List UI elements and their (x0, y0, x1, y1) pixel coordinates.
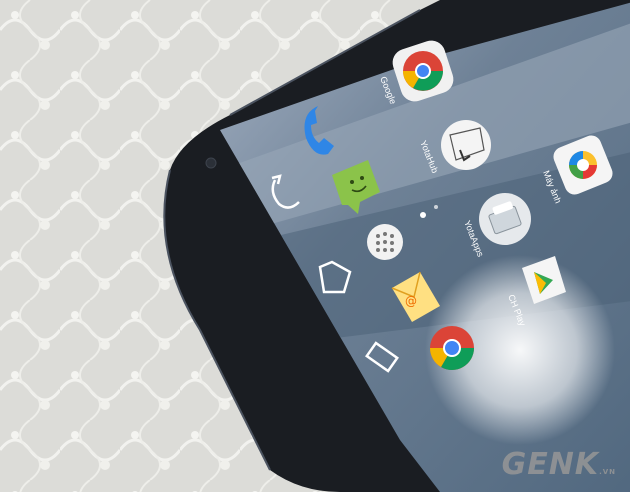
photo-scene: @ Google YotaHub Máy ảnh YotaApps CH Pla… (0, 0, 630, 492)
app-drawer-icon[interactable] (367, 224, 403, 260)
genk-watermark-logo: GENK.VN (502, 447, 616, 482)
svg-text:@: @ (405, 294, 417, 308)
chrome-icon[interactable] (430, 326, 474, 370)
yotahub-icon (441, 120, 491, 170)
watermark-suffix: .VN (599, 468, 616, 476)
yotaapps-icon (479, 193, 531, 245)
watermark-brand: GENK (501, 447, 600, 482)
front-camera (205, 157, 217, 169)
